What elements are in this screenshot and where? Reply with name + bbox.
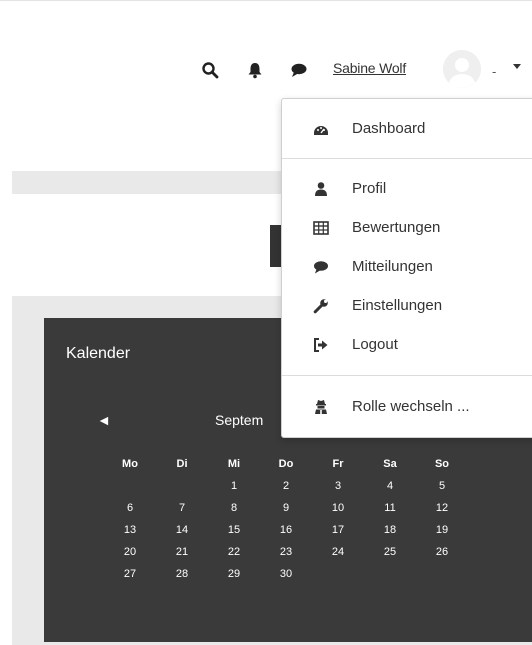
- bell-icon[interactable]: [246, 61, 264, 79]
- calendar-day[interactable]: 8: [208, 497, 260, 519]
- previous-month-arrow-icon[interactable]: ◄: [97, 412, 111, 428]
- chat-bubble-icon[interactable]: [290, 61, 308, 79]
- calendar-day[interactable]: 9: [260, 497, 312, 519]
- calendar-week: 1 2 3 4 5: [104, 475, 468, 497]
- wrench-icon: [313, 298, 329, 314]
- calendar-day[interactable]: 16: [260, 519, 312, 541]
- weekday-header: Mo: [122, 458, 138, 470]
- calendar-day[interactable]: 13: [104, 519, 156, 541]
- calendar-day[interactable]: 10: [312, 497, 364, 519]
- menu-item-label: Profil: [352, 180, 387, 197]
- calendar-day[interactable]: 3: [312, 475, 364, 497]
- chat-bubble-icon: [313, 259, 329, 275]
- menu-item-label: Mitteilungen: [352, 258, 433, 275]
- avatar[interactable]: [443, 50, 481, 88]
- user-icon: [313, 181, 329, 197]
- calendar-day[interactable]: 5: [416, 475, 468, 497]
- caret-down-icon[interactable]: [513, 64, 521, 69]
- calendar-day[interactable]: 6: [104, 497, 156, 519]
- calendar-day[interactable]: 24: [312, 541, 364, 563]
- calendar-day: [104, 475, 156, 497]
- calendar-day[interactable]: 17: [312, 519, 364, 541]
- menu-item-profil[interactable]: Profil: [282, 171, 532, 207]
- dashboard-icon: [313, 121, 329, 137]
- calendar-day[interactable]: 2: [260, 475, 312, 497]
- search-icon[interactable]: [201, 61, 219, 79]
- weekday-header: So: [434, 458, 450, 470]
- menu-item-dashboard[interactable]: Dashboard: [282, 111, 532, 147]
- sign-out-icon: [313, 337, 329, 353]
- username-link[interactable]: Sabine Wolf: [333, 60, 406, 76]
- menu-item-einstellungen[interactable]: Einstellungen: [282, 288, 532, 324]
- user-menu-separator: -: [492, 64, 497, 79]
- calendar-day[interactable]: 4: [364, 475, 416, 497]
- calendar-day[interactable]: 30: [260, 563, 312, 585]
- menu-divider: [282, 158, 532, 159]
- calendar-day: [156, 475, 208, 497]
- top-border: [0, 0, 532, 1]
- menu-item-label: Dashboard: [352, 120, 426, 137]
- calendar-day[interactable]: 22: [208, 541, 260, 563]
- calendar-day[interactable]: 27: [104, 563, 156, 585]
- calendar-day: [416, 563, 468, 585]
- table-icon: [313, 220, 329, 236]
- calendar-week: 13 14 15 16 17 18 19: [104, 519, 468, 541]
- calendar-day[interactable]: 12: [416, 497, 468, 519]
- user-secret-icon: [313, 399, 329, 415]
- calendar-day[interactable]: 7: [156, 497, 208, 519]
- calendar-week: 6 7 8 9 10 11 12: [104, 497, 468, 519]
- menu-item-label: Bewertungen: [352, 219, 441, 236]
- menu-item-label: Einstellungen: [352, 297, 443, 314]
- calendar-day[interactable]: 19: [416, 519, 468, 541]
- weekday-header: Do: [278, 458, 294, 470]
- calendar-grid: Mo Di Mi Do Fr Sa So 1 2 3 4 5 6 7 8 9 1…: [104, 453, 468, 585]
- calendar-day[interactable]: 26: [416, 541, 468, 563]
- calendar-day[interactable]: 25: [364, 541, 416, 563]
- menu-divider: [282, 375, 532, 376]
- calendar-day[interactable]: 14: [156, 519, 208, 541]
- calendar-title: Kalender: [66, 345, 131, 362]
- menu-item-mitteilungen[interactable]: Mitteilungen: [282, 249, 532, 285]
- calendar-day: [364, 563, 416, 585]
- calendar-day[interactable]: 15: [208, 519, 260, 541]
- calendar-week: 20 21 22 23 24 25 26: [104, 541, 468, 563]
- calendar-day[interactable]: 20: [104, 541, 156, 563]
- menu-item-rolle-wechseln[interactable]: Rolle wechseln ...: [282, 389, 532, 425]
- calendar-day[interactable]: 11: [364, 497, 416, 519]
- weekday-header: Fr: [332, 458, 344, 470]
- menu-item-label: Logout: [352, 336, 398, 353]
- weekday-header: Di: [176, 458, 188, 470]
- calendar-day[interactable]: 23: [260, 541, 312, 563]
- menu-item-label: Rolle wechseln ...: [352, 398, 470, 415]
- menu-item-logout[interactable]: Logout: [282, 327, 532, 363]
- menu-item-bewertungen[interactable]: Bewertungen: [282, 210, 532, 246]
- weekday-header: Mi: [227, 458, 241, 470]
- calendar-day: [312, 563, 364, 585]
- calendar-day[interactable]: 21: [156, 541, 208, 563]
- calendar-day[interactable]: 18: [364, 519, 416, 541]
- user-dropdown-menu: Dashboard Profil Bewertungen Mitteilunge…: [281, 98, 532, 438]
- calendar-week: 27 28 29 30: [104, 563, 468, 585]
- calendar-month-label: Septem: [215, 412, 264, 428]
- calendar-day[interactable]: 28: [156, 563, 208, 585]
- calendar-day[interactable]: 29: [208, 563, 260, 585]
- weekday-header: Sa: [383, 458, 397, 470]
- calendar-day[interactable]: 1: [208, 475, 260, 497]
